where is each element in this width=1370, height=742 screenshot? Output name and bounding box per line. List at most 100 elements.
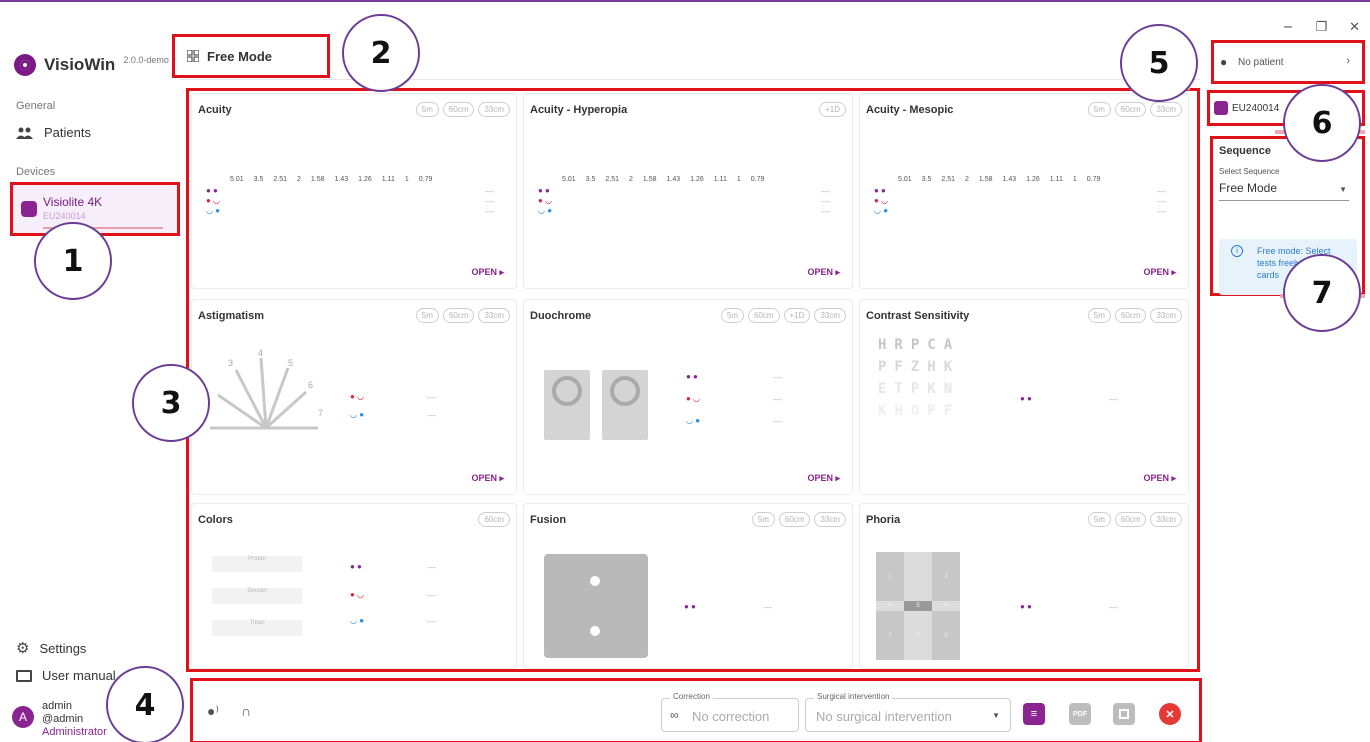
open-button[interactable]: OPEN ▸ [471,473,504,484]
chip-5m[interactable]: 5m [1087,102,1111,117]
contrast-row: HRPCA [878,337,961,353]
sidebar-item-settings[interactable]: ⚙ Settings [16,639,86,657]
open-button[interactable]: OPEN ▸ [807,267,840,278]
chip-60cm[interactable]: 60cm [778,512,811,527]
card-acuity-mesopic[interactable]: Acuity - Mesopic 5m 60cm 33cm 5.01 3.5 2.5… [859,93,1189,289]
scale-value: 1.58 [642,176,657,183]
chip-60cm[interactable]: 60cm [1114,102,1147,117]
chip-plus1d[interactable]: +1D [819,102,846,117]
scale-value: 2 [628,176,633,183]
open-button[interactable]: OPEN ▸ [1143,473,1176,484]
pdf-button[interactable]: PDF [1069,703,1091,725]
save-button[interactable] [1113,703,1135,725]
fan-number: 5 [288,358,294,368]
chip-5m[interactable]: 5m [1087,308,1111,323]
card-colors[interactable]: Colors 60cm Protan Deutan Tritan ● ● ● ◡… [191,503,517,669]
card-phoria[interactable]: Phoria 5m 60cm 33cm 1 2 3 4 5 6 7 8 9 ● … [859,503,1189,669]
card-acuity-hyperopia[interactable]: Acuity - Hyperopia +1D 5.01 3.5 2.51 2 1.58 1… [523,93,853,289]
fan-number: 4 [258,348,264,358]
comment-button[interactable]: ≡ [1023,703,1045,725]
chip-60cm[interactable]: 60cm [1114,512,1147,527]
chip-5m[interactable]: 5m [720,308,744,323]
scale-value: 2 [296,176,301,183]
open-button[interactable]: OPEN ▸ [471,267,504,278]
header-divider [180,79,1200,80]
chip-60cm[interactable]: 60cm [478,512,510,527]
devices-section-label: Devices [16,166,56,178]
both-eyes-icon: ● ● [538,186,550,195]
card-acuity[interactable]: Acuity 5m 60cm 33cm 5.01 3.5 2.51 2 1.58 1.43… [191,93,517,289]
chip-60cm[interactable]: 60cm [442,102,475,117]
result-value: — [763,602,772,612]
book-icon [16,669,32,682]
chip-60cm[interactable]: 60cm [442,308,475,323]
right-eye-icon: ● ◡ [350,590,365,599]
chip-33cm[interactable]: 33cm [1150,512,1182,527]
open-button[interactable]: OPEN ▸ [1143,267,1176,278]
chip-5m[interactable]: 5m [415,308,439,323]
select-sequence-label: Select Sequence [1219,167,1280,176]
person-icon: ● [1220,55,1228,69]
minimize-button[interactable]: − [1283,20,1294,35]
user-profile[interactable]: A admin @admin Administrator [12,700,107,739]
chip-5m[interactable]: 5m [415,102,439,117]
user-handle: @admin [42,713,84,725]
sequence-value: Free Mode [1219,181,1278,195]
both-eyes-icon: ● ● [1020,394,1032,403]
sidebar-item-user-manual[interactable]: User manual [16,668,116,683]
chip-33cm[interactable]: 33cm [1150,308,1182,323]
eye-logo-icon [14,54,36,76]
result-value: — [773,394,782,404]
distance-chips: +1D [819,102,846,117]
voice-icon[interactable]: ●⁾ [207,703,219,720]
chip-5m[interactable]: 5m [751,512,775,527]
headphones-icon[interactable]: ∩ [241,703,251,719]
card-fusion[interactable]: Fusion 5m 60cm 33cm ● ● — [523,503,853,669]
people-icon [16,127,33,139]
card-duochrome[interactable]: Duochrome 5m 60cm +1D 33cm ● ● ● ◡ ◡ ● —… [523,299,853,495]
sidebar-item-patients[interactable]: Patients [16,125,91,140]
sequence-select[interactable]: Free Mode ▼ [1219,181,1349,201]
chip-plus1d[interactable]: +1D [783,308,811,323]
annotation-marker-2: 2 [342,14,420,92]
open-button[interactable]: OPEN ▸ [807,473,840,484]
scale-value: 1.58 [310,176,325,183]
result-value: — [1157,206,1166,216]
gear-icon: ⚙ [16,639,30,657]
patient-selector[interactable]: ● No patient › [1211,40,1365,84]
chip-60cm[interactable]: 60cm [1114,308,1147,323]
mode-title[interactable]: Free Mode [172,34,330,78]
chip-60cm[interactable]: 60cm [747,308,780,323]
correction-field[interactable]: Correction ∞ No correction [661,692,799,732]
color-test-box: Deutan [212,588,302,604]
surgical-intervention-select[interactable]: Surgical intervention No surgical interv… [805,692,1011,732]
surgical-value: No surgical intervention [816,709,952,724]
page-title: Free Mode [207,48,273,64]
chip-5m[interactable]: 5m [1087,512,1111,527]
contrast-row: PFZHK [878,359,961,375]
result-value: — [427,392,436,402]
device-serial: EU240014 [43,211,86,221]
close-window-button[interactable]: ✕ [1349,20,1360,35]
result-value: — [485,186,494,196]
close-session-button[interactable]: ✕ [1159,703,1181,725]
chip-33cm[interactable]: 33cm [1150,102,1182,117]
fusion-image [544,554,648,658]
chip-33cm[interactable]: 33cm [814,308,846,323]
scale-value: 2.51 [273,176,287,183]
card-contrast-sensitivity[interactable]: Contrast Sensitivity 5m 60cm 33cm HRPCA … [859,299,1189,495]
chip-33cm[interactable]: 33cm [478,102,510,117]
duochrome-green-panel [602,370,648,440]
result-value: — [1109,602,1118,612]
chip-33cm[interactable]: 33cm [478,308,510,323]
distance-chips: 5m 60cm 33cm [1087,308,1182,323]
restore-button[interactable]: ❐ [1315,20,1327,35]
card-astigmatism[interactable]: Astigmatism 5m 60cm 33cm 2 3 4 5 6 7 ● ◡… [191,299,517,495]
scale-value: 5.01 [230,176,244,183]
distance-chips: 5m 60cm 33cm [415,102,510,117]
chip-33cm[interactable]: 33cm [814,512,846,527]
scale-value: 1 [736,176,741,183]
glasses-icon: ∞ [670,708,679,722]
scale-value: 1.43 [666,176,681,183]
phoria-cell: 6 [932,601,960,611]
